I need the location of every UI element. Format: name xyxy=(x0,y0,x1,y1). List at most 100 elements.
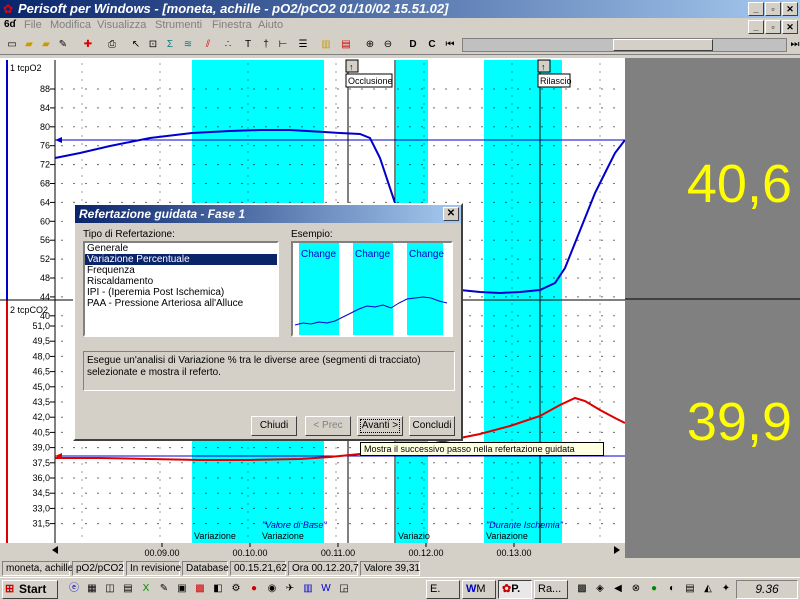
folder-icon[interactable]: ▰ xyxy=(38,37,54,53)
menu-file[interactable]: File xyxy=(24,19,42,31)
list-item[interactable]: IPI - (Iperemia Post Ischemica) xyxy=(85,287,277,298)
grid-dot xyxy=(553,164,555,166)
menu-modifica[interactable]: Modifica xyxy=(50,19,91,31)
report-icon[interactable]: ▤ xyxy=(338,37,354,53)
ie-icon[interactable]: ⓔ xyxy=(66,581,82,597)
book-icon[interactable]: ▥ xyxy=(318,37,334,53)
grid-dot xyxy=(159,127,161,129)
grid-dot xyxy=(601,462,603,464)
report-type-list[interactable]: Generale Variazione Percentuale Frequenz… xyxy=(83,241,279,337)
marker-icon[interactable]: ✚ xyxy=(80,37,96,53)
grid-dot xyxy=(423,479,425,481)
sigma-icon[interactable]: Σ xyxy=(162,37,178,53)
text-icon[interactable]: T xyxy=(240,37,256,53)
grid-dot xyxy=(517,386,519,388)
quicklaunch-icon[interactable]: ◧ xyxy=(210,581,226,597)
child-restore-icon[interactable]: ▫ xyxy=(765,20,781,34)
grid-dot xyxy=(335,95,337,97)
minimize-icon[interactable]: _ xyxy=(748,2,764,16)
grid-dot xyxy=(511,63,513,65)
tray-icon[interactable]: ⊗ xyxy=(628,581,644,597)
tray-icon[interactable]: ▤ xyxy=(682,581,698,597)
list-item[interactable]: Riscaldamento xyxy=(85,276,277,287)
chart-icon[interactable]: ⫽ xyxy=(200,37,216,53)
prev-button[interactable]: < Prec xyxy=(305,416,351,436)
restore-icon[interactable]: ▫ xyxy=(765,2,781,16)
wave-icon[interactable]: ≋ xyxy=(180,37,196,53)
grid-dot xyxy=(361,507,363,509)
first-icon[interactable]: ⏮ xyxy=(442,37,458,53)
task-label: Ra... xyxy=(538,583,562,595)
menu-strumenti[interactable]: Strumenti xyxy=(155,19,202,31)
volume-icon[interactable]: ◀ xyxy=(610,581,626,597)
quicklaunch-icon[interactable]: ▤ xyxy=(120,581,136,597)
c-button[interactable]: C xyxy=(424,37,440,53)
quicklaunch-icon[interactable]: ✈ xyxy=(282,581,298,597)
task-button-active[interactable]: ✿P. xyxy=(498,580,532,599)
grid-icon[interactable]: ☰ xyxy=(295,37,311,53)
start-button[interactable]: ⊞ Start xyxy=(2,580,58,599)
grid-dot xyxy=(229,523,231,525)
child-minimize-icon[interactable]: _ xyxy=(748,20,764,34)
close-icon[interactable]: ✕ xyxy=(782,2,798,16)
quicklaunch-icon[interactable]: ▦ xyxy=(84,581,100,597)
quicklaunch-icon[interactable]: ◉ xyxy=(264,581,280,597)
print-icon[interactable]: ⎙ xyxy=(104,37,120,53)
menu-aiuto[interactable]: Aiuto xyxy=(258,19,283,31)
quicklaunch-icon[interactable]: ● xyxy=(246,581,262,597)
scatter-icon[interactable]: ∴ xyxy=(220,37,236,53)
task-button[interactable]: E. xyxy=(426,580,460,599)
quicklaunch-icon[interactable]: ◲ xyxy=(336,581,352,597)
pointer-icon[interactable]: ↖ xyxy=(128,37,144,53)
quicklaunch-icon[interactable]: ▩ xyxy=(192,581,208,597)
tray-icon[interactable]: ◐ xyxy=(664,581,680,597)
hline-icon[interactable]: ⊢ xyxy=(275,37,291,53)
tray-icon[interactable]: ▩ xyxy=(574,581,590,597)
new-icon[interactable]: ▭ xyxy=(4,37,20,53)
toolbar-scrollbar[interactable] xyxy=(462,38,787,52)
zoom-out-icon[interactable]: ⊖ xyxy=(380,37,396,53)
grid-dot xyxy=(599,279,601,281)
tray-icon[interactable]: ✦ xyxy=(718,581,734,597)
grid-dot xyxy=(541,431,543,433)
word-icon[interactable]: W xyxy=(318,581,334,597)
toolbar-scroll-thumb[interactable] xyxy=(613,39,713,51)
child-close-icon[interactable]: ✕ xyxy=(782,20,798,34)
task-button[interactable]: Ra... xyxy=(534,580,568,599)
tray-icon[interactable]: ◭ xyxy=(700,581,716,597)
excel-icon[interactable]: X xyxy=(138,581,154,597)
quicklaunch-icon[interactable]: ▣ xyxy=(174,581,190,597)
d-button[interactable]: D xyxy=(405,37,421,53)
finish-button[interactable]: Concludi xyxy=(409,416,455,436)
tray-icon[interactable]: ● xyxy=(646,581,662,597)
last-icon[interactable]: ⏭ xyxy=(787,37,800,53)
quicklaunch-icon[interactable]: ⚙ xyxy=(228,581,244,597)
list-item[interactable]: Generale xyxy=(85,243,277,254)
next-button[interactable]: Avanti > xyxy=(357,416,403,436)
edit-icon[interactable]: ✎ xyxy=(55,37,71,53)
task-button[interactable]: WM xyxy=(462,580,496,599)
grid-dot xyxy=(511,511,513,513)
open-icon[interactable]: ▰ xyxy=(21,37,37,53)
tray-icon[interactable]: ◈ xyxy=(592,581,608,597)
y-tick-label: 37,5 xyxy=(32,458,50,468)
zoom-in-icon[interactable]: ⊕ xyxy=(362,37,378,53)
menu-finestra[interactable]: Finestra xyxy=(212,19,252,31)
quicklaunch-icon[interactable]: ✎ xyxy=(156,581,172,597)
close-button[interactable]: Chiudi xyxy=(251,416,297,436)
quicklaunch-icon[interactable]: ▥ xyxy=(300,581,316,597)
list-item[interactable]: Frequenza xyxy=(85,265,277,276)
grid-dot xyxy=(577,88,579,90)
list-item[interactable]: Variazione Percentuale xyxy=(85,254,277,265)
dialog-close-icon[interactable]: ✕ xyxy=(443,207,459,221)
quicklaunch-icon[interactable]: ◫ xyxy=(102,581,118,597)
grid-dot xyxy=(247,495,249,497)
zoom-box-icon[interactable]: ⊡ xyxy=(145,37,161,53)
clock[interactable]: 9.36 xyxy=(736,580,798,599)
vline-icon[interactable]: † xyxy=(258,37,274,53)
grid-dot xyxy=(325,88,327,90)
list-item[interactable]: PAA - Pressione Arteriosa all'Alluce xyxy=(85,298,277,309)
grid-dot xyxy=(565,315,567,317)
menu-visualizza[interactable]: Visualizza xyxy=(97,19,146,31)
grid-dot xyxy=(247,183,249,185)
